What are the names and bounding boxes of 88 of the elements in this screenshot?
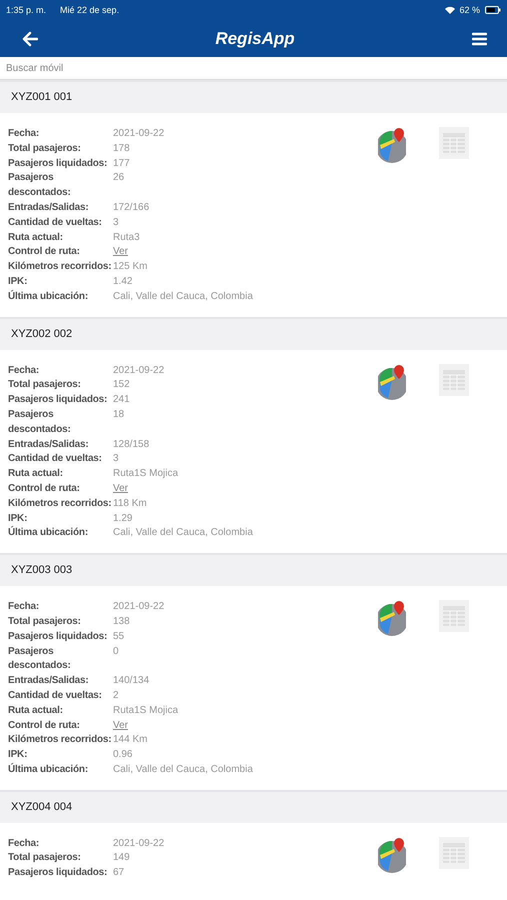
field-label: Ruta actual:	[8, 467, 64, 482]
battery-percent: 62 %	[459, 5, 480, 15]
field-value: 0.96	[112, 748, 134, 762]
field-label: Ruta actual:	[8, 704, 64, 718]
field-label: Fecha:	[8, 836, 40, 851]
field-value: 172/166	[112, 200, 150, 215]
field-label: Cantidad de vueltas:	[8, 688, 103, 703]
field-label: Pasajeros liquidados:	[8, 630, 108, 644]
field-value: Cali, Valle del Cauca, Colombia	[112, 762, 254, 777]
field-label: Ruta actual:	[8, 230, 64, 245]
field-label: Última ubicación:	[8, 762, 89, 777]
field-label: IPK:	[8, 274, 28, 289]
app-title: RegisApp	[215, 28, 295, 48]
field-value: 128/158	[112, 438, 150, 452]
field-value: 2021-09-22	[112, 600, 166, 614]
field-label: Fecha:	[8, 600, 40, 614]
field-label: Última ubicación:	[8, 290, 89, 304]
field-value: 149	[112, 851, 131, 866]
field-value: 152	[112, 378, 131, 392]
field-value: 125 Km	[112, 260, 148, 274]
map-pin-icon[interactable]	[378, 836, 406, 873]
field-value: 144 Km	[112, 733, 148, 748]
field-value: 3	[112, 452, 120, 466]
field-label: Cantidad de vueltas:	[8, 216, 103, 230]
field-value: 3	[112, 216, 120, 230]
field-value: 140/134	[112, 674, 150, 688]
field-label: Kilómetros recorridos:	[8, 733, 112, 748]
field-label: Total pasajeros:	[8, 142, 82, 156]
wifi-icon	[445, 6, 456, 14]
field-value: 118 Km	[112, 496, 148, 511]
field-value: Ruta1S Mojica	[112, 467, 180, 482]
field-value: 2021-09-22	[112, 836, 166, 851]
field-value: 2	[112, 688, 120, 703]
field-label: Pasajeros liquidados:	[8, 393, 108, 408]
field-value: Cali, Valle del Cauca, Colombia	[112, 290, 254, 304]
vehicle-header: XYZ003 003	[0, 553, 507, 586]
status-time: 1:35 p. m.	[6, 5, 46, 15]
field-value: 241	[112, 393, 131, 408]
field-value: 26	[112, 171, 126, 186]
field-value: 2021-09-22	[112, 127, 166, 141]
field-label: Kilómetros recorridos:	[8, 260, 112, 274]
field-value: Cali, Valle del Cauca, Colombia	[112, 526, 254, 540]
map-pin-icon[interactable]	[378, 364, 406, 400]
field-value: 55	[112, 630, 126, 644]
field-label: Total pasajeros:	[8, 851, 82, 866]
field-label: Entradas/Salidas:	[8, 438, 90, 452]
field-label: Control de ruta:	[8, 482, 81, 496]
map-pin-icon[interactable]	[378, 600, 406, 636]
vehicle-header: XYZ004 004	[0, 790, 507, 823]
route-control-link[interactable]: Ver	[113, 720, 128, 730]
field-label: Control de ruta:	[8, 718, 81, 732]
field-label: Kilómetros recorridos:	[8, 496, 112, 511]
field-value: 1.29	[112, 512, 134, 526]
field-label: Total pasajeros:	[8, 378, 82, 392]
field-value: 0	[112, 644, 120, 659]
field-value: Ruta3	[112, 230, 141, 245]
field-label: Fecha:	[8, 364, 40, 378]
field-value: 177	[112, 156, 131, 171]
field-value: Ruta1S Mojica	[112, 704, 180, 718]
field-label: IPK:	[8, 512, 28, 526]
field-value: 67	[112, 866, 126, 880]
field-value: 1.42	[112, 274, 134, 289]
field-label: Fecha:	[8, 127, 40, 141]
field-label: Pasajeros liquidados:	[8, 866, 108, 880]
field-value: 138	[112, 614, 131, 629]
route-control-link[interactable]: Ver	[113, 246, 128, 258]
field-label: Pasajeros descontados:	[8, 644, 72, 674]
back-arrow-icon[interactable]	[22, 30, 38, 46]
status-date: Mié 22 de sep.	[60, 5, 120, 15]
field-value: 18	[112, 408, 126, 422]
field-label: Pasajeros liquidados:	[8, 156, 108, 171]
map-pin-icon[interactable]	[378, 127, 406, 163]
field-label: Cantidad de vueltas:	[8, 452, 103, 466]
field-label: Pasajeros descontados:	[8, 171, 72, 200]
field-label: Entradas/Salidas:	[8, 200, 90, 215]
field-label: Entradas/Salidas:	[8, 674, 90, 688]
field-value: 2021-09-22	[112, 364, 166, 378]
field-value: 178	[112, 142, 131, 156]
field-label: Total pasajeros:	[8, 614, 82, 629]
battery-icon	[485, 6, 501, 14]
field-label: Pasajeros descontados:	[8, 408, 72, 437]
field-label: Control de ruta:	[8, 245, 81, 260]
vehicle-header: XYZ002 002	[0, 316, 507, 350]
menu-icon[interactable]	[472, 32, 487, 46]
field-label: IPK:	[8, 748, 28, 762]
field-label: Última ubicación:	[8, 526, 89, 540]
route-control-link[interactable]: Ver	[113, 482, 128, 494]
vehicle-header: XYZ001 001	[0, 80, 507, 113]
